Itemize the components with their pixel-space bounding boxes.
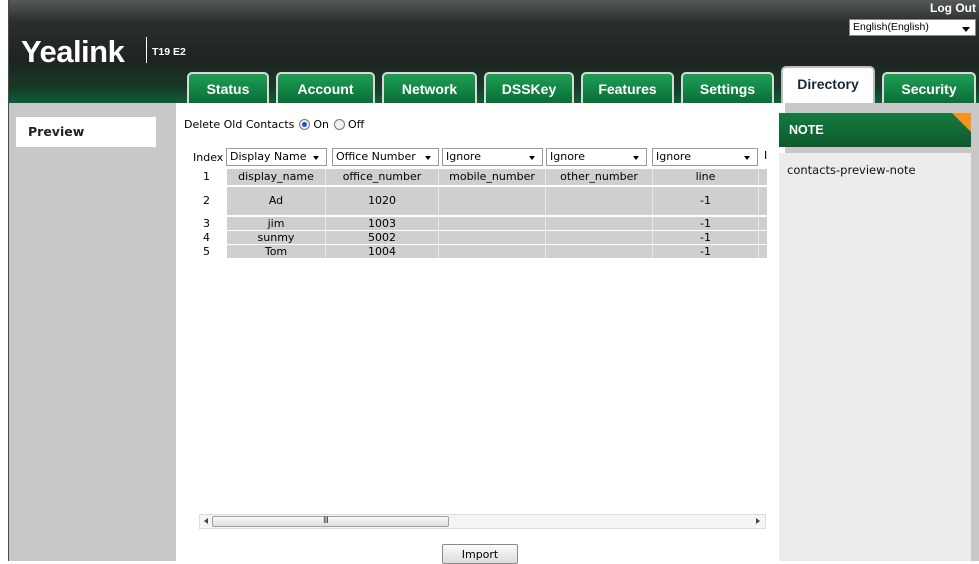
- column-select-2[interactable]: Office Number: [332, 148, 439, 166]
- tab-settings[interactable]: Settings: [681, 72, 774, 103]
- index-header: Index: [193, 151, 224, 164]
- table-row: 4 sunmy 5002 -1: [191, 231, 767, 244]
- table-cell: mobile_number: [438, 169, 545, 185]
- sidebar-item-preview[interactable]: Preview: [16, 117, 156, 147]
- tab-features[interactable]: Features: [581, 72, 674, 103]
- row-index: 3: [203, 217, 210, 230]
- column-select-6-value: I: [764, 149, 767, 162]
- row-index: 2: [203, 194, 210, 207]
- table-cell: -1: [652, 231, 758, 244]
- table-row: 3 jim 1003 -1: [191, 217, 767, 230]
- table-cell: [545, 187, 652, 215]
- table-cell: [438, 245, 545, 258]
- grip-icon: III: [323, 516, 329, 526]
- tab-security[interactable]: Security: [882, 72, 976, 103]
- column-select-5-value: Ignore: [656, 150, 691, 163]
- horizontal-scrollbar[interactable]: III: [199, 514, 766, 529]
- delete-old-contacts-label: Delete Old Contacts: [184, 118, 295, 131]
- table-cell: [545, 217, 652, 230]
- table-row: 1 display_name office_number mobile_numb…: [191, 169, 767, 185]
- table-cell: [758, 231, 767, 244]
- note-body: contacts-preview-note: [779, 153, 971, 561]
- table-cell: 1003: [325, 217, 438, 230]
- row-index: 4: [203, 231, 210, 244]
- left-sidebar: [9, 103, 176, 561]
- delete-off-radio[interactable]: [334, 119, 346, 130]
- table-cell: -1: [652, 217, 758, 230]
- column-select-2-value: Office Number: [336, 150, 416, 163]
- table-cell: [438, 187, 545, 215]
- column-select-4[interactable]: Ignore: [546, 148, 647, 166]
- column-select-3[interactable]: Ignore: [442, 148, 543, 166]
- table-cell: other_number: [545, 169, 652, 185]
- table-row: 5 Tom 1004 -1: [191, 245, 767, 258]
- delete-off-label: Off: [348, 118, 365, 131]
- chevron-down-icon: [529, 156, 535, 160]
- table-row: 2 Ad 1020 -1: [191, 187, 767, 215]
- logo-divider: [146, 37, 147, 63]
- table-cell: [545, 231, 652, 244]
- table-header-row: Index Display Name Office Number Ignore …: [191, 148, 767, 166]
- table-cell: [758, 169, 767, 185]
- delete-old-contacts-row: Delete Old Contacts On Off: [184, 118, 364, 131]
- header-bar: Yealink T19 E2 Log Out English(English) …: [9, 0, 979, 103]
- delete-on-radio[interactable]: [299, 119, 311, 130]
- note-text: contacts-preview-note: [787, 163, 916, 177]
- table-cell: display_name: [227, 169, 325, 185]
- language-select-value: English(English): [853, 21, 929, 33]
- column-select-1[interactable]: Display Name: [226, 148, 327, 166]
- scrollbar-thumb[interactable]: III: [212, 516, 449, 527]
- table-cell: [438, 231, 545, 244]
- table-cell: [438, 217, 545, 230]
- note-corner-icon: [952, 113, 971, 132]
- contacts-preview-table: Index Display Name Office Number Ignore …: [191, 148, 767, 268]
- table-cell: [758, 217, 767, 230]
- tab-network[interactable]: Network: [382, 72, 477, 103]
- table-cell: -1: [652, 187, 758, 215]
- table-cell: 1020: [325, 187, 438, 215]
- model-label: T19 E2: [152, 46, 186, 58]
- table-cell: Ad: [227, 187, 325, 215]
- chevron-down-icon: [313, 156, 319, 160]
- table-cell: office_number: [325, 169, 438, 185]
- scroll-right-icon[interactable]: [756, 518, 760, 524]
- note-header: NOTE: [779, 113, 971, 147]
- scroll-left-icon[interactable]: [204, 518, 208, 524]
- table-cell: 1004: [325, 245, 438, 258]
- tab-dsskey[interactable]: DSSKey: [484, 72, 574, 103]
- table-cell: line: [652, 169, 758, 185]
- chevron-down-icon: [962, 27, 970, 32]
- delete-on-label: On: [313, 118, 330, 131]
- tab-status[interactable]: Status: [187, 72, 269, 103]
- tab-account[interactable]: Account: [276, 72, 375, 103]
- chevron-down-icon: [425, 156, 431, 160]
- table-cell: [545, 245, 652, 258]
- column-select-6[interactable]: I: [761, 148, 767, 166]
- table-cell: -1: [652, 245, 758, 258]
- row-index: 1: [203, 170, 210, 183]
- chevron-down-icon: [744, 156, 750, 160]
- column-select-4-value: Ignore: [550, 150, 585, 163]
- language-select[interactable]: English(English): [849, 19, 976, 36]
- column-select-5[interactable]: Ignore: [652, 148, 758, 166]
- chevron-down-icon: [633, 156, 639, 160]
- table-cell: sunmy: [227, 231, 325, 244]
- note-title: NOTE: [789, 123, 824, 137]
- logout-link[interactable]: Log Out: [930, 1, 976, 15]
- brand-logo: Yealink: [21, 34, 125, 69]
- table-cell: jim: [227, 217, 325, 230]
- table-cell: Tom: [227, 245, 325, 258]
- table-cell: 5002: [325, 231, 438, 244]
- row-index: 5: [203, 245, 210, 258]
- table-cell: [758, 245, 767, 258]
- import-button[interactable]: Import: [442, 544, 518, 564]
- column-select-1-value: Display Name: [230, 150, 307, 163]
- column-select-3-value: Ignore: [446, 150, 481, 163]
- tab-directory[interactable]: Directory: [781, 66, 875, 103]
- table-cell: [758, 187, 767, 215]
